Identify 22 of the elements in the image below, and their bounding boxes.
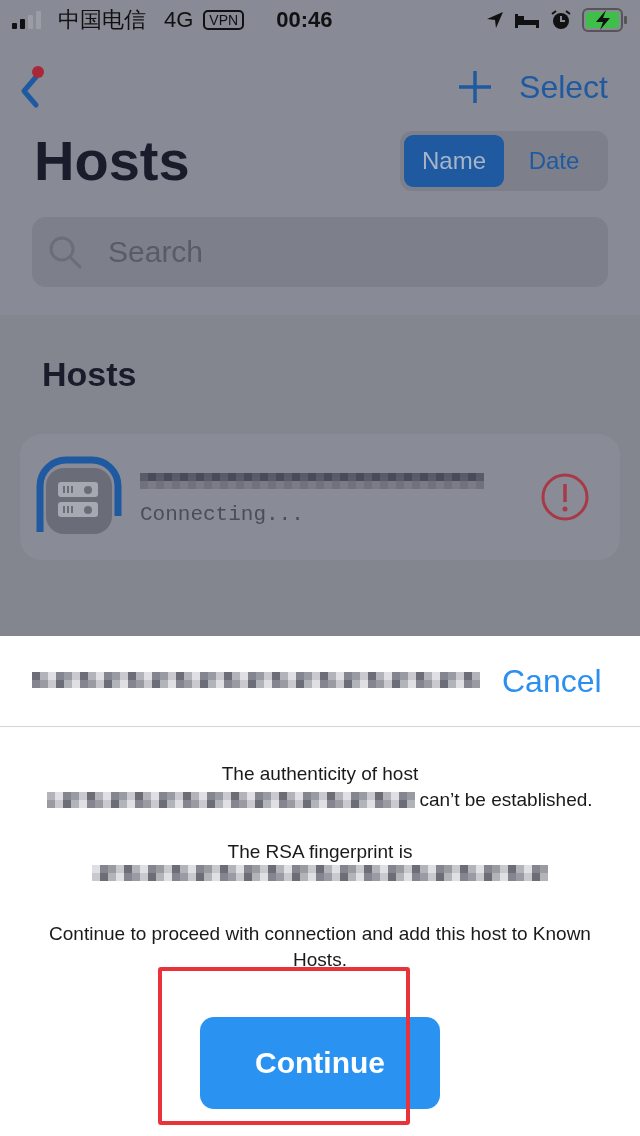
cancel-button[interactable]: Cancel xyxy=(502,662,602,700)
continue-button[interactable]: Continue xyxy=(200,1017,440,1109)
status-time: 00:46 xyxy=(276,7,333,33)
sort-tab[interactable]: Name xyxy=(404,134,504,187)
bed-icon xyxy=(514,11,540,29)
carrier-name: 中国电信 xyxy=(58,6,146,34)
message-text: Continue to proceed with connection and add this host to Known Hosts. xyxy=(48,922,592,972)
alarm-clock-icon xyxy=(550,9,572,31)
select-button[interactable]: Select xyxy=(519,68,608,106)
location-arrow-icon xyxy=(486,11,504,29)
message-text: The RSA fingerprint is xyxy=(227,840,413,864)
host-card[interactable]: Connecting... xyxy=(20,434,620,560)
message-text: The authenticity of host xyxy=(221,762,419,786)
network-type: 4G xyxy=(164,7,194,33)
add-icon[interactable] xyxy=(457,69,494,105)
battery-charging-icon xyxy=(582,8,628,32)
message-text: can’t be established. xyxy=(419,788,593,812)
page-title: Hosts xyxy=(34,128,191,193)
section-heading: Hosts xyxy=(41,355,138,394)
sort-tab[interactable]: Date xyxy=(504,134,604,187)
host-status: Connecting... xyxy=(140,502,305,526)
vpn-badge: VPN xyxy=(203,10,245,30)
